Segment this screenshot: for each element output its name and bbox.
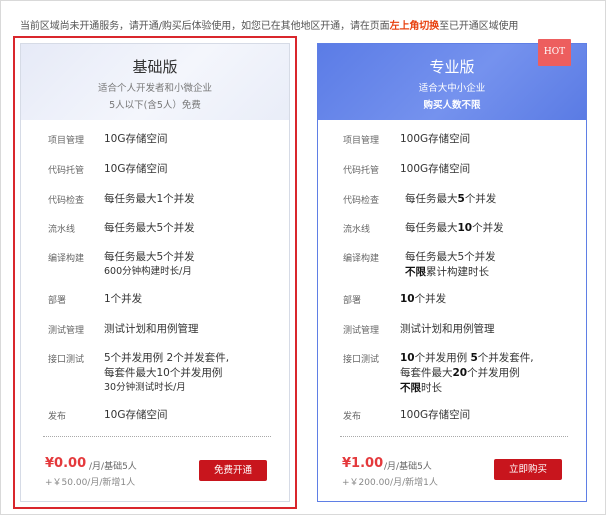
feature-value: 测试计划和用例管理 bbox=[400, 323, 495, 335]
notice-text-end: 至已开通区域使用 bbox=[439, 21, 519, 32]
text: 每任务最大 bbox=[405, 222, 458, 234]
plan-card-basic[interactable]: 基础版 适合个人开发者和小微企业 5人以下(含5人）免费 项目管理 10G存储空… bbox=[20, 43, 290, 502]
feature-label: 接口测试 bbox=[343, 355, 380, 365]
region-notice: 当前区域尚未开通服务，请开通/购买后体验使用，如您已在其他地区开通，请在页面左上… bbox=[20, 17, 518, 32]
feature-label: 编译构建 bbox=[48, 254, 85, 264]
text: 个并发用例 bbox=[467, 367, 520, 379]
feature-value: 10G存储空间 bbox=[104, 409, 168, 421]
value-number: 10 bbox=[400, 352, 415, 364]
feature-value: 每任务最大5个并发 bbox=[104, 222, 195, 234]
feature-value: 每任务最大10个并发 bbox=[405, 221, 504, 235]
text: 累计构建时长 bbox=[426, 266, 489, 278]
feature-value: 每任务最大5个并发 bbox=[405, 192, 496, 206]
feature-value-line2: 每套件最大20个并发用例 bbox=[400, 366, 520, 380]
feature-value: 100G存储空间 bbox=[400, 409, 471, 421]
buy-now-button[interactable]: 立即购买 bbox=[494, 459, 562, 480]
free-activate-button[interactable]: 免费开通 bbox=[199, 460, 267, 481]
value-number: 5 bbox=[457, 193, 465, 205]
feature-value: 10个并发用例 5个并发套件, bbox=[400, 351, 534, 365]
text: 每套件最大 bbox=[400, 367, 453, 379]
text: 时长 bbox=[421, 382, 442, 394]
price-extra: +￥200.00/月/新增1人 bbox=[342, 478, 438, 488]
feature-label: 代码托管 bbox=[343, 166, 380, 176]
feature-label: 代码托管 bbox=[48, 166, 85, 176]
divider bbox=[43, 436, 271, 437]
plan-subtitle: 适合个人开发者和小微企业 bbox=[97, 83, 212, 94]
text: 个并发 bbox=[414, 293, 447, 305]
feature-value: 测试计划和用例管理 bbox=[104, 323, 199, 335]
feature-value: 5个并发用例 2个并发套件, bbox=[104, 352, 230, 364]
value-number: 20 bbox=[452, 367, 468, 379]
unlimited-text: 不限 bbox=[405, 266, 426, 278]
feature-value: 1个并发 bbox=[104, 293, 143, 305]
feature-label: 部署 bbox=[343, 296, 362, 306]
feature-label: 发布 bbox=[343, 412, 362, 422]
feature-value-line2: 每套件最大10个并发用例 bbox=[104, 367, 223, 379]
text: 每任务最大 bbox=[405, 193, 458, 205]
plan-price: ¥0.00 bbox=[45, 456, 87, 471]
price-unit: /月/基础5人 bbox=[89, 462, 137, 472]
switch-region-link[interactable]: 左上角切换 bbox=[390, 21, 440, 32]
divider bbox=[340, 436, 568, 437]
feature-value-line3: 不限时长 bbox=[400, 381, 442, 395]
text: 个并发 bbox=[464, 193, 497, 205]
feature-value: 每任务最大1个并发 bbox=[104, 193, 195, 205]
feature-value-line2: 600分钟构建时长/月 bbox=[104, 266, 192, 277]
value-number: 10 bbox=[400, 293, 415, 305]
price-unit: /月/基础5人 bbox=[384, 462, 432, 472]
plan-subtitle-2: 5人以下(含5人）免费 bbox=[109, 100, 201, 111]
plan-price: ¥1.00 bbox=[342, 456, 384, 471]
feature-value: 100G存储空间 bbox=[400, 133, 471, 145]
feature-label: 编译构建 bbox=[343, 254, 380, 264]
unlimited-text: 不限 bbox=[400, 382, 421, 394]
feature-value: 每任务最大5个并发 bbox=[405, 251, 496, 263]
feature-value-line3: 30分钟测试时长/月 bbox=[104, 382, 186, 393]
text: 个并发 bbox=[472, 222, 504, 234]
feature-label: 接口测试 bbox=[48, 355, 85, 365]
feature-value: 100G存储空间 bbox=[400, 163, 471, 175]
feature-label: 流水线 bbox=[48, 225, 76, 235]
feature-value: 10G存储空间 bbox=[104, 133, 168, 145]
feature-label: 代码检查 bbox=[343, 196, 380, 206]
feature-value: 每任务最大5个并发 bbox=[104, 251, 195, 263]
feature-label: 流水线 bbox=[343, 225, 371, 235]
price-extra: +￥50.00/月/新增1人 bbox=[45, 478, 136, 488]
plan-subtitle: 适合大中小企业 bbox=[418, 83, 486, 94]
text: 个并发用例 bbox=[414, 352, 471, 364]
feature-label: 代码检查 bbox=[48, 196, 85, 206]
notice-text: 当前区域尚未开通服务，请开通/购买后体验使用，如您已在其他地区开通，请在页面 bbox=[20, 21, 390, 32]
feature-value-line2: 不限累计构建时长 bbox=[405, 265, 489, 279]
hot-badge: HOT bbox=[538, 39, 571, 66]
feature-label: 部署 bbox=[48, 296, 67, 306]
feature-label: 测试管理 bbox=[343, 326, 380, 336]
value-number: 10 bbox=[457, 222, 473, 234]
plan-title: 基础版 bbox=[132, 58, 178, 76]
text: 个并发套件, bbox=[477, 352, 534, 364]
value-number: 5 bbox=[470, 352, 478, 364]
feature-label: 项目管理 bbox=[48, 136, 85, 146]
plan-card-pro[interactable]: 专业版 适合大中小企业 购买人数不限 项目管理 100G存储空间 代码托管 10… bbox=[317, 43, 587, 502]
plan-header: 基础版 适合个人开发者和小微企业 5人以下(含5人）免费 bbox=[21, 44, 289, 120]
feature-value: 10个并发 bbox=[400, 292, 446, 306]
feature-value: 10G存储空间 bbox=[104, 163, 168, 175]
feature-label: 测试管理 bbox=[48, 326, 85, 336]
feature-label: 发布 bbox=[48, 412, 67, 422]
plan-subtitle-2: 购买人数不限 bbox=[423, 100, 481, 111]
feature-label: 项目管理 bbox=[343, 136, 380, 146]
